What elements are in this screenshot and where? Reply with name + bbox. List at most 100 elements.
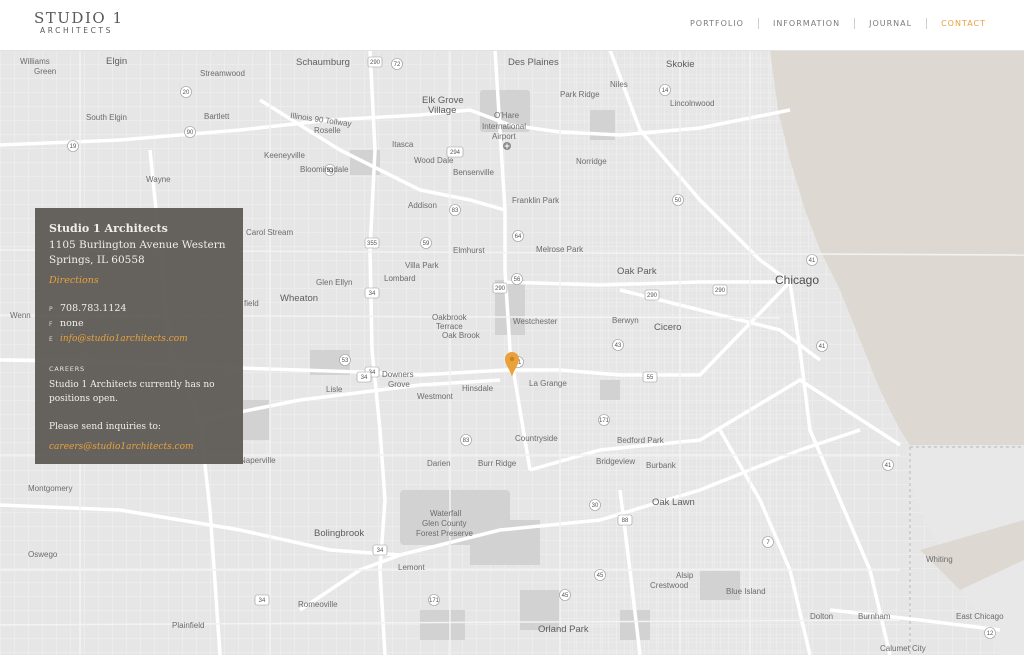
svg-text:Roselle: Roselle — [314, 126, 341, 135]
svg-text:Bridgeview: Bridgeview — [596, 457, 635, 466]
svg-text:Romeoville: Romeoville — [298, 600, 338, 609]
svg-text:O'Hare: O'Hare — [494, 111, 520, 120]
svg-text:290: 290 — [370, 60, 381, 66]
main-nav: PORTFOLIO INFORMATION JOURNAL CONTACT — [676, 18, 1000, 29]
svg-text:Norridge: Norridge — [576, 157, 607, 166]
svg-text:Wood Dale: Wood Dale — [414, 156, 454, 165]
svg-text:Schaumburg: Schaumburg — [296, 57, 350, 68]
email-link[interactable]: info@studio1architects.com — [60, 332, 188, 346]
airport-icon — [503, 142, 511, 150]
careers-heading: CAREERS — [49, 365, 85, 373]
svg-text:43: 43 — [615, 343, 622, 349]
svg-text:Oak Lawn: Oak Lawn — [652, 497, 695, 508]
svg-text:Cicero: Cicero — [654, 322, 681, 333]
svg-text:Terrace: Terrace — [436, 322, 463, 331]
svg-text:Burr Ridge: Burr Ridge — [478, 459, 517, 468]
svg-text:30: 30 — [592, 503, 599, 509]
svg-text:Montgomery: Montgomery — [28, 484, 72, 493]
svg-text:Lemont: Lemont — [398, 563, 425, 572]
svg-text:Airport: Airport — [492, 132, 516, 141]
svg-text:Grove: Grove — [388, 380, 410, 389]
directions-link[interactable]: Directions — [49, 275, 99, 286]
svg-text:Keeneyville: Keeneyville — [264, 151, 305, 160]
logo-name: STUDIO 1 — [34, 9, 124, 27]
svg-text:45: 45 — [597, 573, 604, 579]
svg-text:Niles: Niles — [610, 80, 628, 89]
svg-text:Addison: Addison — [408, 201, 437, 210]
svg-text:290: 290 — [647, 293, 658, 299]
careers-text: Studio 1 Architects currently has no pos… — [49, 380, 215, 404]
svg-text:Forest Preserve: Forest Preserve — [416, 529, 473, 538]
svg-text:Des Plaines: Des Plaines — [508, 57, 559, 68]
logo[interactable]: STUDIO 1 ARCHITECTS — [34, 10, 123, 36]
svg-text:53: 53 — [342, 358, 349, 364]
svg-text:50: 50 — [675, 198, 682, 204]
careers-send-text: Please send inquiries to: — [49, 422, 161, 432]
svg-text:56: 56 — [514, 277, 521, 283]
contact-card: Studio 1 Architects 1105 Burlington Aven… — [35, 208, 243, 464]
nav-journal[interactable]: JOURNAL — [855, 19, 926, 28]
svg-text:Villa Park: Villa Park — [405, 261, 440, 270]
svg-text:Westchester: Westchester — [513, 317, 558, 326]
company-name: Studio 1 Architects — [49, 222, 168, 235]
svg-text:Elmhurst: Elmhurst — [453, 246, 485, 255]
svg-text:Blue Island: Blue Island — [726, 587, 766, 596]
svg-text:290: 290 — [715, 288, 726, 294]
svg-text:45: 45 — [562, 593, 569, 599]
svg-text:Crestwood: Crestwood — [650, 581, 688, 590]
svg-text:East Chicago: East Chicago — [956, 612, 1004, 621]
svg-text:55: 55 — [647, 375, 654, 381]
svg-text:Lisle: Lisle — [326, 385, 343, 394]
contact-details: P 708.783.1124 F none E info@studio1arch… — [49, 302, 229, 347]
svg-text:Bartlett: Bartlett — [204, 112, 230, 121]
svg-text:83: 83 — [452, 208, 459, 214]
svg-text:Burnham: Burnham — [858, 612, 891, 621]
svg-text:Orland Park: Orland Park — [538, 624, 589, 635]
svg-text:Downers: Downers — [382, 370, 414, 379]
svg-text:Bolingbrook: Bolingbrook — [314, 528, 364, 539]
svg-text:Bensenville: Bensenville — [453, 168, 494, 177]
svg-text:Westmont: Westmont — [417, 392, 454, 401]
svg-text:Streamwood: Streamwood — [200, 69, 245, 78]
svg-text:Skokie: Skokie — [666, 59, 695, 70]
nav-contact[interactable]: CONTACT — [927, 19, 1000, 28]
svg-text:Oakbrook: Oakbrook — [432, 313, 468, 322]
svg-text:34: 34 — [259, 598, 266, 604]
svg-text:Berwyn: Berwyn — [612, 316, 639, 325]
email-key: E — [49, 336, 53, 343]
svg-text:Lincolnwood: Lincolnwood — [670, 99, 714, 108]
svg-text:Wayne: Wayne — [146, 175, 171, 184]
svg-text:Wheaton: Wheaton — [280, 293, 318, 304]
svg-text:Bedford Park: Bedford Park — [617, 436, 665, 445]
svg-text:field: field — [244, 299, 259, 308]
svg-text:Wenn: Wenn — [10, 311, 31, 320]
svg-text:355: 355 — [367, 241, 378, 247]
svg-text:72: 72 — [394, 62, 401, 68]
svg-text:Carol Stream: Carol Stream — [246, 228, 293, 237]
svg-text:290: 290 — [495, 286, 506, 292]
svg-text:Williams: Williams — [20, 57, 50, 66]
nav-portfolio[interactable]: PORTFOLIO — [676, 19, 758, 28]
nav-information[interactable]: INFORMATION — [759, 19, 854, 28]
svg-text:Park Ridge: Park Ridge — [560, 90, 600, 99]
city-grid — [560, 50, 810, 655]
svg-text:International: International — [482, 122, 526, 131]
fax-key: F — [49, 321, 53, 328]
svg-text:34: 34 — [361, 375, 368, 381]
careers-email-link[interactable]: careers@studio1architects.com — [49, 442, 194, 452]
svg-text:Burbank: Burbank — [646, 461, 677, 470]
svg-text:Plainfield: Plainfield — [172, 621, 204, 630]
svg-text:Alsip: Alsip — [676, 571, 694, 580]
svg-text:41: 41 — [819, 344, 826, 350]
svg-text:Chicago: Chicago — [775, 273, 819, 287]
svg-text:Hinsdale: Hinsdale — [462, 384, 494, 393]
svg-text:20: 20 — [183, 90, 190, 96]
svg-text:88: 88 — [622, 518, 629, 524]
svg-text:41: 41 — [885, 463, 892, 469]
email-row: E info@studio1architects.com — [49, 332, 229, 347]
fax-row: F none — [49, 317, 229, 332]
svg-text:59: 59 — [423, 241, 430, 247]
phone-row: P 708.783.1124 — [49, 302, 229, 317]
svg-text:Itasca: Itasca — [392, 140, 414, 149]
svg-text:12: 12 — [987, 631, 994, 637]
